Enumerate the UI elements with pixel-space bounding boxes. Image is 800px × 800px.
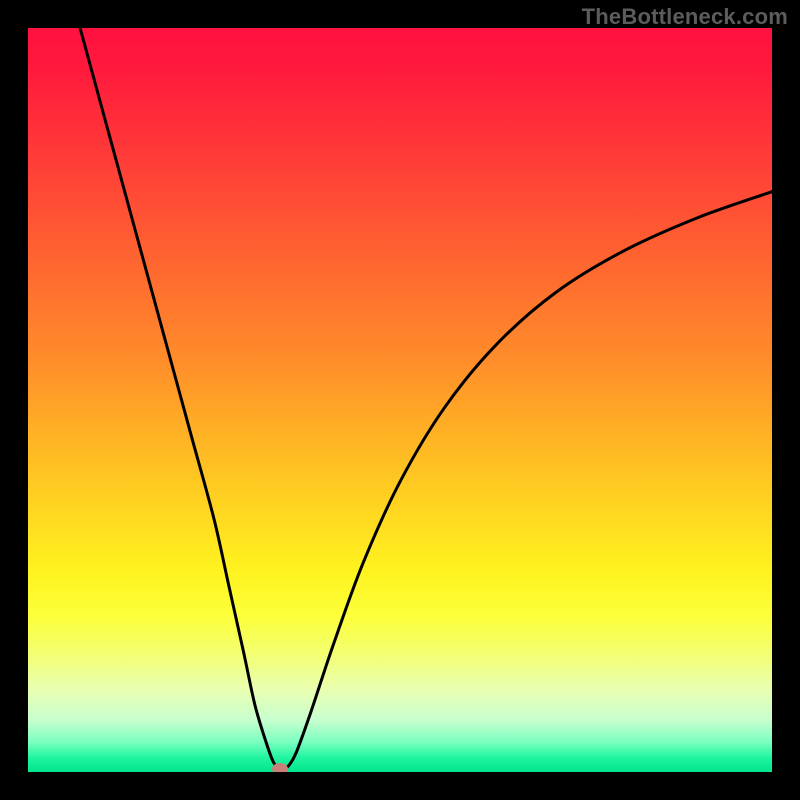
watermark-text: TheBottleneck.com [582, 4, 788, 30]
bottleneck-curve [28, 28, 772, 772]
optimal-point-marker [272, 763, 288, 772]
plot-area [28, 28, 772, 772]
curve-path [80, 28, 772, 770]
chart-frame: TheBottleneck.com [0, 0, 800, 800]
